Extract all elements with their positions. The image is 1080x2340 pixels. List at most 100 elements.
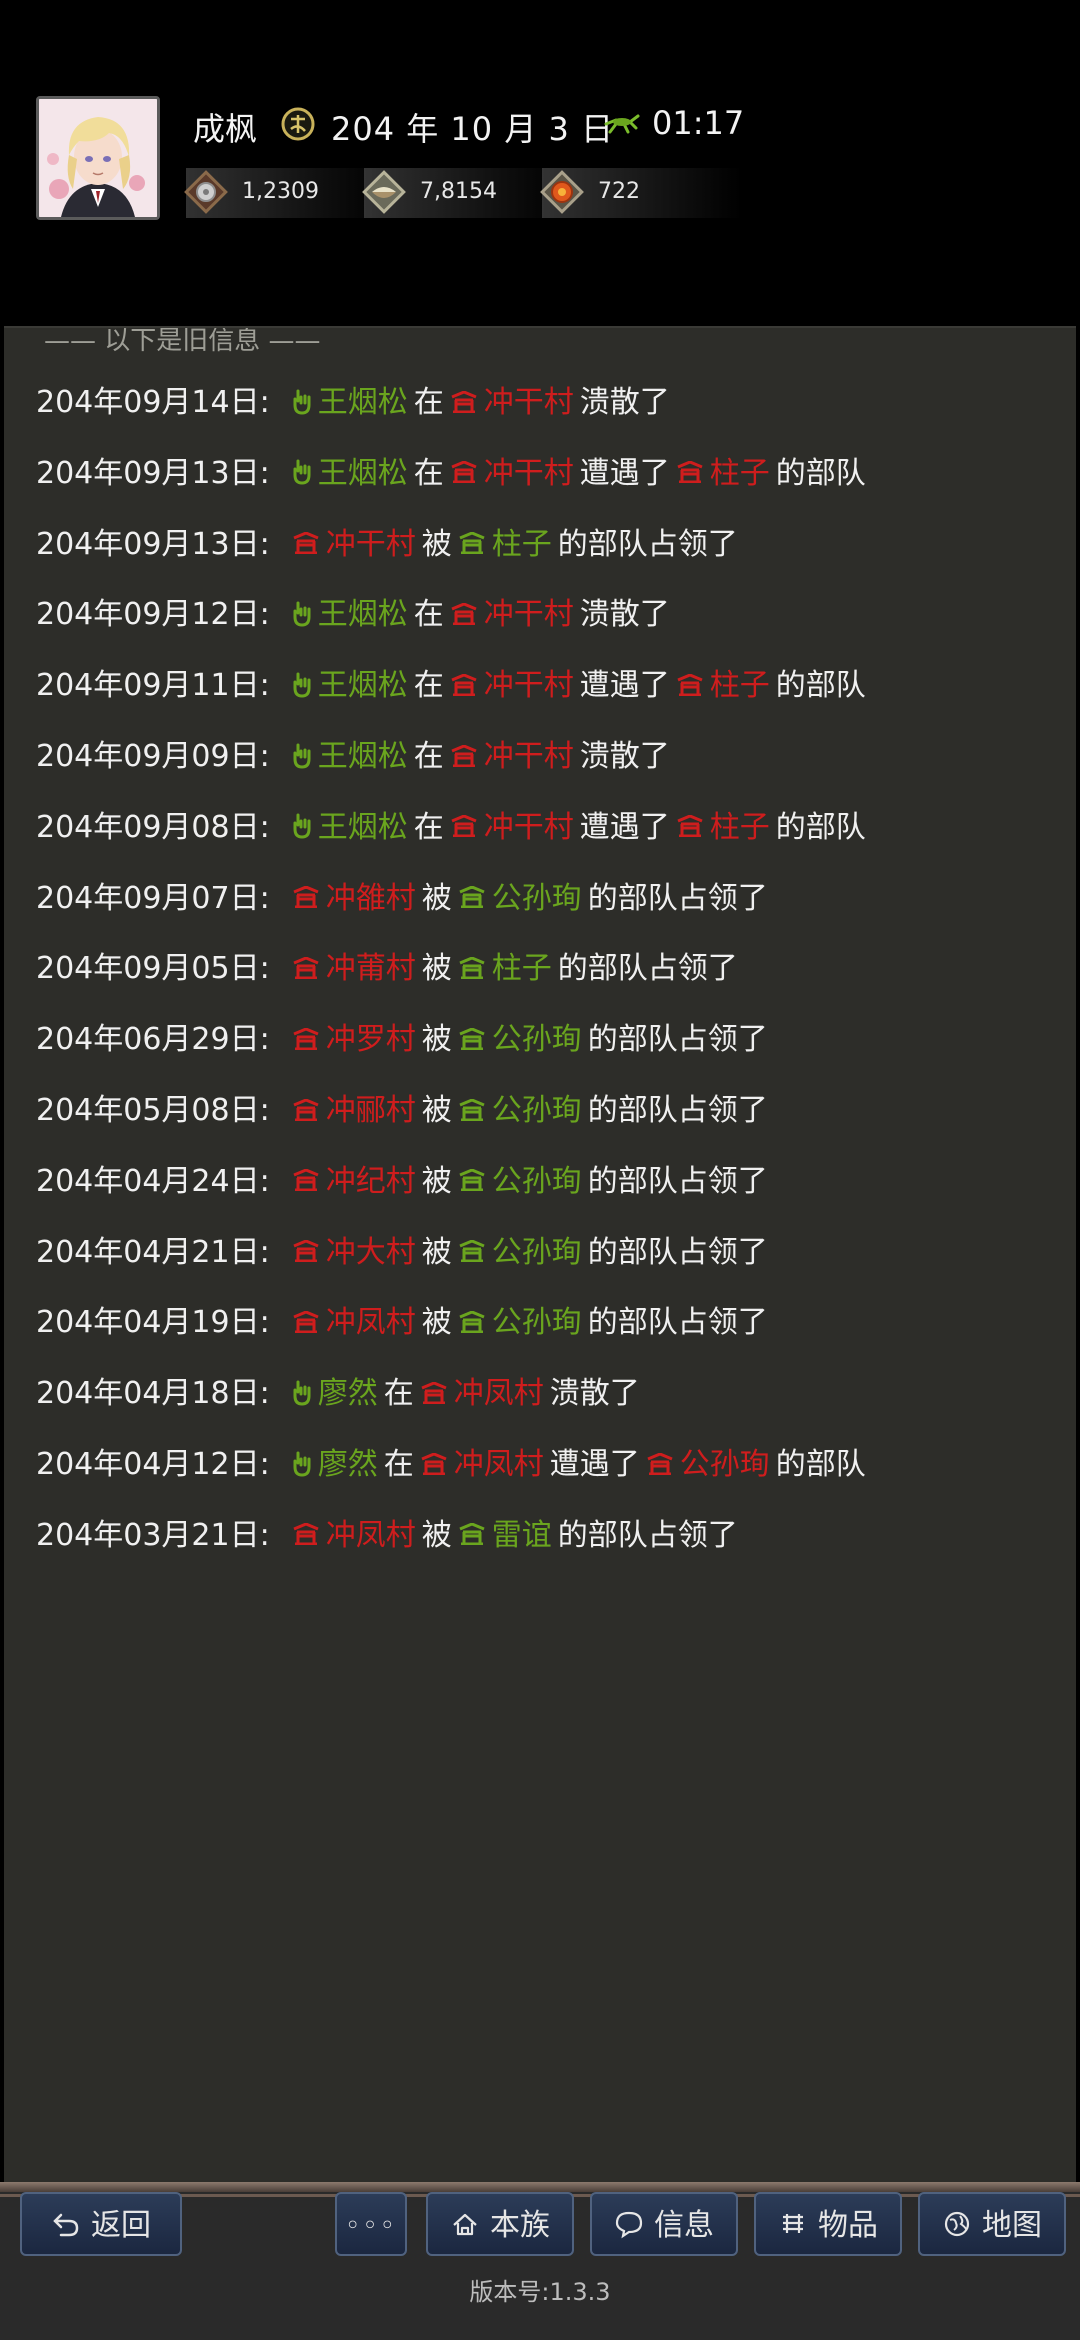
clan-button[interactable]: 本族 [426,2192,574,2256]
map-globe-icon [944,2211,970,2236]
captor-name[interactable]: 柱子 [492,951,552,986]
player-avatar[interactable] [36,96,160,220]
village-name[interactable]: 冲凤村 [454,1447,544,1482]
log-suffix: 的部队占领了 [587,1022,768,1058]
captor-name[interactable]: 柱子 [492,527,552,562]
log-date: 204年04月18日: [36,1376,270,1412]
game-time: 01:17 [652,104,745,142]
log-verb: 被 [421,1234,452,1270]
enemy-name[interactable]: 公孙珣 [680,1447,770,1482]
village-marker-icon [293,1310,319,1333]
village-name[interactable]: 冲大村 [326,1235,416,1270]
person-name[interactable]: 王烟松 [318,385,408,420]
log-date: 204年09月13日: [36,455,270,491]
person-name[interactable]: 王烟松 [318,456,408,491]
enemy-name[interactable]: 柱子 [710,668,770,703]
log-entry: 204年04月19日: 冲凤村被 公孙珣 的部队占领了 [36,1298,774,1348]
village-name[interactable]: 冲干村 [484,456,574,491]
log-verb: 在 [413,668,444,704]
items-button[interactable]: 物品 [754,2192,902,2256]
captor-name[interactable]: 公孙珣 [492,1235,582,1270]
enemy-marker-icon [677,673,703,696]
event-log-panel[interactable]: 以下是旧信息 204年09月14日:王烟松在冲干村溃散了204年09月13日:王… [4,326,1076,2184]
log-verb: 被 [421,526,452,562]
log-suffix: 的部队 [775,668,866,704]
log-suffix: 的部队 [775,455,866,491]
old-info-divider: 以下是旧信息 [44,328,321,357]
log-date: 204年04月21日: [36,1234,270,1270]
faction-marker-icon [459,886,485,909]
log-verb-2: 溃散了 [579,597,670,633]
info-button[interactable]: 信息 [590,2192,738,2256]
village-name[interactable]: 冲凤村 [454,1376,544,1411]
village-marker-icon [421,1381,447,1404]
log-verb: 在 [413,809,444,845]
person-name[interactable]: 王烟松 [318,739,408,774]
captor-name[interactable]: 公孙珣 [492,1305,582,1340]
person-name[interactable]: 廖然 [318,1376,378,1411]
log-verb-2: 遭遇了 [579,668,670,704]
captor-name[interactable]: 公孙珣 [492,1164,582,1199]
enemy-name[interactable]: 柱子 [710,456,770,491]
village-name[interactable]: 冲凤村 [326,1305,416,1340]
player-name: 成枫 [193,110,258,148]
village-name[interactable]: 冲莆村 [326,951,416,986]
map-button[interactable]: 地图 [918,2192,1066,2256]
village-marker-icon [451,461,477,484]
log-entry: 204年04月24日: 冲纪村被 公孙珣 的部队占领了 [36,1157,774,1207]
village-name[interactable]: 冲纪村 [326,1164,416,1199]
log-suffix: 的部队 [775,809,866,845]
captor-name[interactable]: 公孙珣 [492,881,582,916]
calendar-seal-icon [281,107,315,141]
village-name[interactable]: 冲干村 [326,527,416,562]
village-name[interactable]: 冲干村 [484,668,574,703]
log-verb-2: 溃散了 [579,385,670,420]
person-name[interactable]: 廖然 [318,1447,378,1482]
enemy-name[interactable]: 柱子 [710,810,770,845]
person-name[interactable]: 王烟松 [318,810,408,845]
log-verb-2: 遭遇了 [549,1447,640,1482]
village-marker-icon [293,1523,319,1546]
faction-marker-icon [459,1310,485,1333]
log-entry: 204年09月08日: 王烟松在 冲干村 遭遇了 柱子 的部队 [36,803,872,853]
silver-value: 1,2309 [242,179,319,204]
log-entry: 204年04月21日: 冲大村被 公孙珣 的部队占领了 [36,1228,774,1278]
village-name[interactable]: 冲干村 [484,739,574,774]
log-entry: 204年06月29日: 冲罗村被 公孙珣 的部队占领了 [36,1015,774,1065]
village-marker-icon [451,602,477,625]
captor-name[interactable]: 公孙珣 [492,1022,582,1057]
captor-name[interactable]: 公孙珣 [492,1093,582,1128]
log-suffix: 的部队占领了 [587,1305,768,1341]
village-name[interactable]: 冲罗村 [326,1022,416,1057]
log-entry: 204年09月09日: 王烟松在 冲干村 溃散了 [36,732,676,782]
back-label: 返回 [91,2208,151,2243]
log-entry: 204年09月13日: 冲干村被 柱子 的部队占领了 [36,520,744,570]
status-header: 成枫 204 年 10 月 3 日 01:17 1,2309 7,8154 72… [0,0,1080,330]
log-date: 204年09月09日: [36,739,270,774]
back-button[interactable]: 返回 [20,2192,182,2256]
village-name[interactable]: 冲凤村 [326,1518,416,1553]
more-button[interactable]: ◦◦◦ [335,2192,407,2256]
faction-marker-icon [459,956,485,979]
person-name[interactable]: 王烟松 [318,668,408,703]
faction-marker-icon [459,1027,485,1050]
village-name[interactable]: 冲干村 [484,810,574,845]
village-name[interactable]: 冲干村 [484,597,574,632]
clan-house-icon [453,2213,477,2235]
village-name[interactable]: 冲郦村 [326,1093,416,1128]
village-name[interactable]: 冲雒村 [326,881,416,916]
faction-marker-icon [459,1169,485,1192]
log-entry: 204年09月13日: 王烟松在 冲干村 遭遇了 柱子 的部队 [36,449,872,499]
log-date: 204年06月29日: [36,1022,270,1058]
token-value: 722 [598,179,640,204]
enemy-marker-icon [677,815,703,838]
person-marker-icon [293,601,311,627]
log-suffix: 的部队占领了 [557,526,738,562]
log-verb: 在 [413,739,444,774]
person-name[interactable]: 王烟松 [318,597,408,632]
village-name[interactable]: 冲干村 [484,385,574,420]
log-date: 204年04月12日: [36,1447,270,1482]
log-verb-2: 遭遇了 [579,809,670,845]
captor-name[interactable]: 雷谊 [492,1518,552,1553]
log-suffix: 的部队占领了 [557,951,738,987]
